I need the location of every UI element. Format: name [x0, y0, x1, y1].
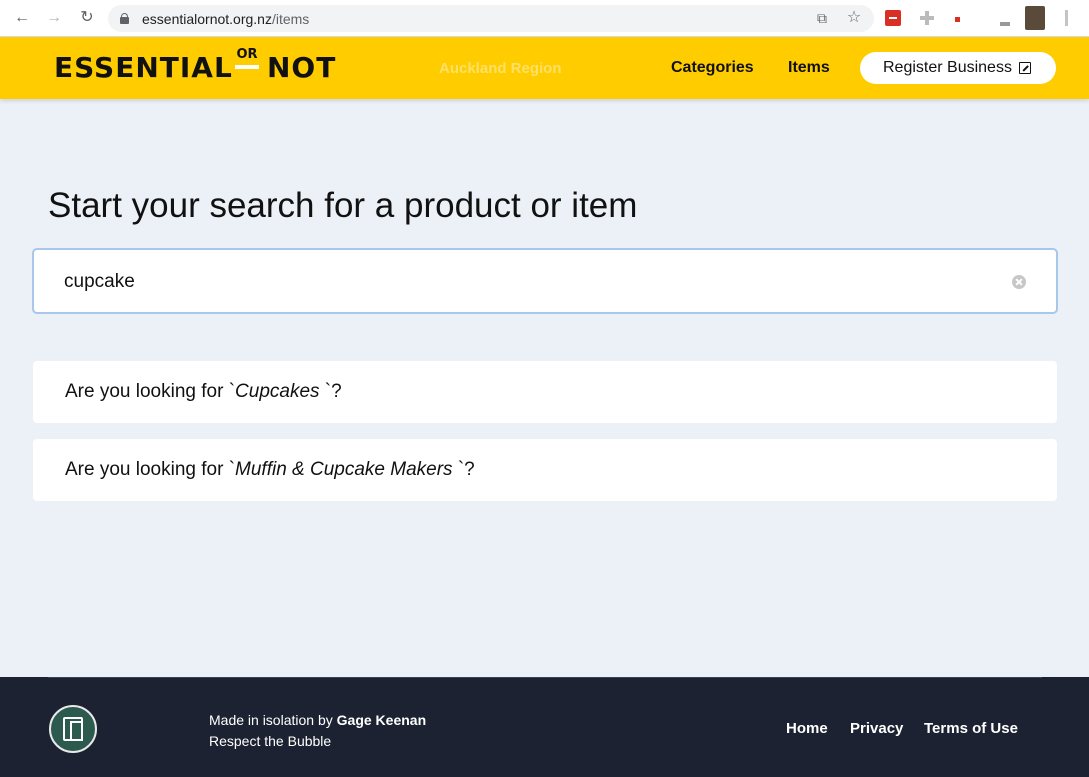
extension-plus-icon[interactable] — [920, 11, 934, 25]
suggestion-item[interactable]: Are you looking for `Muffin & Cupcake Ma… — [33, 439, 1057, 501]
suggestion-suffix: `? — [452, 459, 475, 480]
search-input[interactable] — [64, 270, 994, 294]
browser-menu-icon[interactable] — [1065, 10, 1068, 26]
logo-not: NOT — [267, 51, 337, 84]
suggestion-term: Cupcakes — [235, 381, 320, 402]
region-label[interactable]: Auckland Region — [439, 60, 562, 77]
reload-icon[interactable]: ↻ — [77, 8, 97, 28]
nav-items-link[interactable]: Items — [788, 59, 830, 77]
footer-privacy-link[interactable]: Privacy — [850, 720, 903, 737]
clear-search-icon[interactable] — [1012, 275, 1026, 289]
bubble-logo-icon — [49, 705, 97, 753]
suggestion-prefix: Are you looking for ` — [65, 459, 236, 480]
bookmark-star-icon[interactable]: ☆ — [845, 9, 863, 27]
footer-home-link[interactable]: Home — [786, 720, 828, 737]
logo-or-text: OR — [236, 47, 258, 62]
url-path: /items — [271, 11, 310, 27]
author-name[interactable]: Gage Keenan — [337, 712, 426, 728]
page-title: Start your search for a product or item — [48, 186, 638, 225]
suggestion-prefix: Are you looking for ` — [65, 381, 236, 402]
forward-arrow-icon[interactable]: → — [44, 8, 64, 28]
footer-terms-link[interactable]: Terms of Use — [924, 720, 1018, 737]
profile-avatar[interactable] — [1025, 6, 1045, 30]
lock-icon — [120, 13, 129, 24]
suggestion-item[interactable]: Are you looking for `Cupcakes `? — [33, 361, 1057, 423]
url-text[interactable]: essentialornot.org.nz/items — [142, 11, 309, 27]
back-arrow-icon[interactable]: ← — [12, 8, 32, 28]
footer-credits: Made in isolation by Gage Keenan Respect… — [209, 710, 426, 752]
extension-bar-icon[interactable] — [1000, 22, 1010, 26]
address-bar[interactable]: essentialornot.org.nz/items ⧉ ☆ — [108, 5, 874, 32]
extension-dot-icon[interactable] — [955, 17, 960, 22]
logo-or: OR — [232, 48, 262, 69]
footer-tagline: Respect the Bubble — [209, 733, 332, 749]
url-host: essentialornot.org.nz — [142, 11, 272, 27]
logo-essential: ESSENTIAL — [54, 51, 233, 84]
site-footer: Made in isolation by Gage Keenan Respect… — [0, 677, 1089, 777]
logo-or-underline — [235, 65, 259, 69]
nav-categories-link[interactable]: Categories — [671, 59, 754, 77]
footer-made-by: Made in isolation by Gage Keenan — [209, 712, 427, 728]
footer-divider — [48, 677, 1042, 678]
external-link-icon — [1019, 62, 1031, 74]
search-box[interactable] — [32, 248, 1058, 314]
browser-toolbar: ← → ↻ essentialornot.org.nz/items ⧉ ☆ — [0, 0, 1089, 37]
suggestion-term: Muffin & Cupcake Makers — [235, 459, 453, 480]
register-business-label: Register Business — [883, 59, 1012, 76]
extension-red-icon[interactable] — [885, 10, 901, 26]
suggestion-suffix: `? — [319, 381, 342, 402]
open-in-app-icon[interactable]: ⧉ — [813, 9, 831, 27]
site-header: ESSENTIAL OR NOT Auckland Region Categor… — [0, 37, 1089, 99]
register-business-button[interactable]: Register Business — [860, 52, 1056, 84]
